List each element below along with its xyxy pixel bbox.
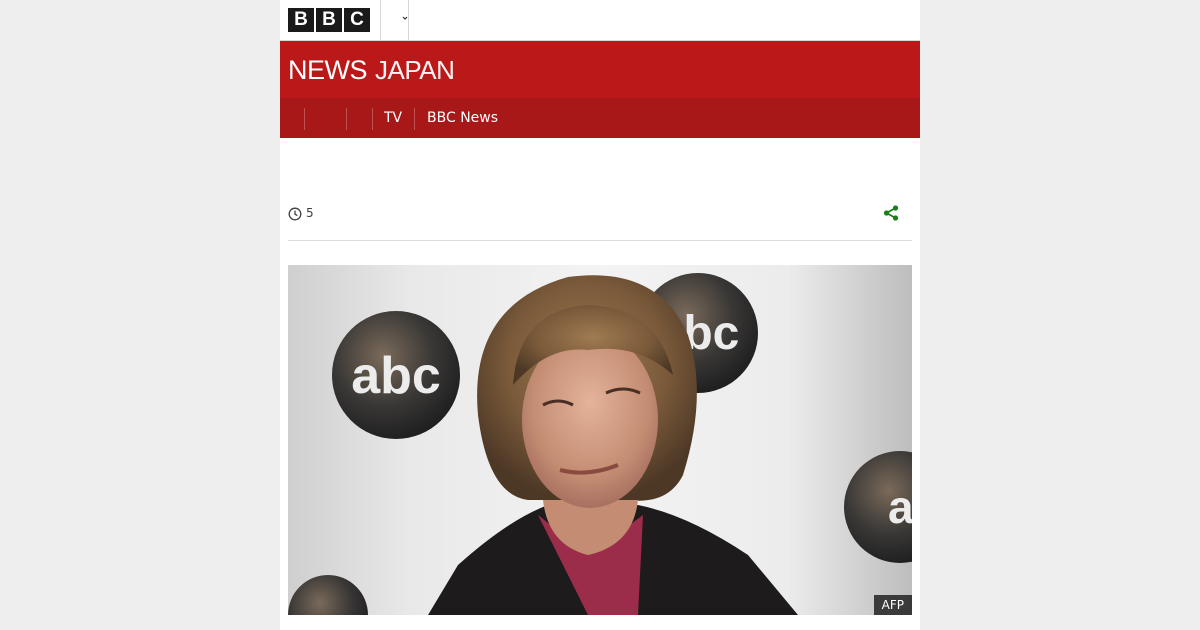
nav-item-tv[interactable]: TV [384, 109, 402, 127]
nav-divider [372, 108, 373, 130]
news-japan-logo[interactable]: NEWS JAPAN [288, 55, 455, 86]
bbc-logo-letter-2: B [316, 8, 342, 32]
nav-divider [414, 108, 415, 130]
bbc-logo-letter-3: C [344, 8, 370, 32]
top-divider [380, 0, 381, 40]
page: B B C NEWS JAPAN TV BBC News 5 abc abc a… [280, 0, 920, 630]
bbc-logo[interactable]: B B C [288, 8, 370, 32]
brand-primary: NEWS [288, 55, 368, 85]
hero-photo: abc abc ab [288, 273, 912, 615]
nav-divider [346, 108, 347, 130]
bbc-logo-letter-1: B [288, 8, 314, 32]
section-nav: TV BBC News [280, 98, 920, 138]
nav-item-bbc-news[interactable]: BBC News [427, 109, 498, 127]
clock-icon [288, 207, 302, 221]
bbc-top-bar: B B C [280, 0, 920, 41]
share-icon[interactable] [882, 204, 900, 222]
article-meta: 5 [288, 205, 912, 225]
meta-divider [288, 240, 912, 241]
backdrop-logo: ab [844, 451, 912, 563]
top-divider [408, 0, 409, 40]
image-credit: AFP [873, 595, 912, 615]
backdrop-logo [288, 575, 368, 615]
article-hero-image: abc abc ab [288, 265, 912, 615]
brand-secondary: JAPAN [375, 55, 455, 85]
svg-text:ab: ab [888, 481, 912, 533]
news-masthead: NEWS JAPAN [280, 41, 920, 98]
reading-count: 5 [306, 206, 314, 220]
svg-text:abc: abc [351, 347, 441, 405]
backdrop-logo: abc [332, 311, 460, 439]
nav-divider [304, 108, 305, 130]
